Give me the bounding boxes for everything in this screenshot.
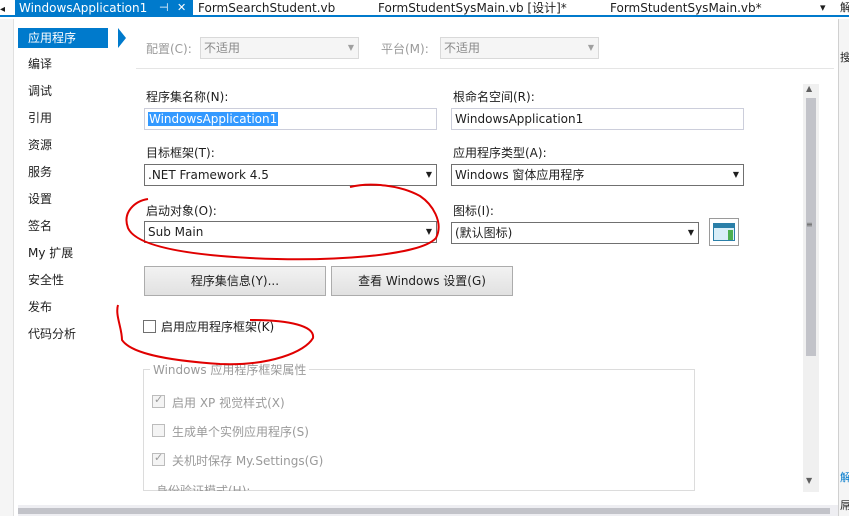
red-annotation-overlay [116, 183, 440, 366]
red-circle-startup-object [125, 183, 440, 261]
red-circle-enable-framework [116, 304, 315, 366]
